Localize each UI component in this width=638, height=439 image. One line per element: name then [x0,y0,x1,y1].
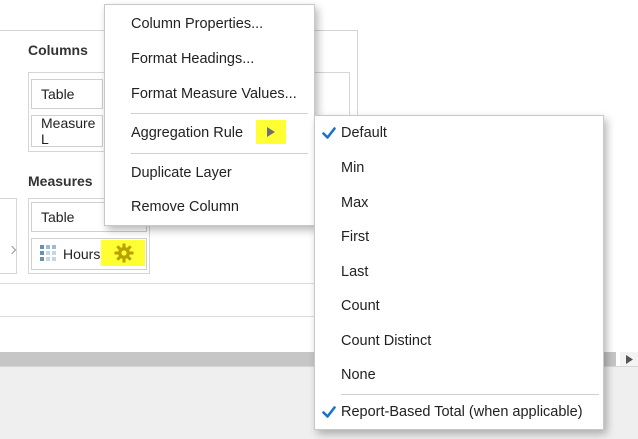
aggregation-submenu: Default Min Max First Last Count Count D… [314,115,604,430]
submenu-item-none[interactable]: None [315,363,603,387]
gear-icon[interactable] [114,243,134,263]
hours-measure-icon [40,245,56,261]
submenu-separator [341,394,599,395]
submenu-item-min[interactable]: Min [315,156,603,180]
menu-item-aggregation-rule[interactable]: Aggregation Rule [105,121,314,145]
scroll-right-button[interactable] [620,352,638,366]
measures-section-title: Measures [28,173,93,189]
rows-drop-area-partial [0,198,17,274]
divider [0,283,358,284]
menu-item-format-headings[interactable]: Format Headings... [105,47,314,71]
submenu-item-count-distinct[interactable]: Count Distinct [315,329,603,353]
submenu-item-count[interactable]: Count [315,294,603,318]
check-icon [322,406,336,418]
columns-measure-cell[interactable]: Measure L [31,115,103,147]
columns-table-cell[interactable]: Table [31,79,103,109]
menu-item-remove-column[interactable]: Remove Column [105,195,314,219]
submenu-item-report-based-total[interactable]: Report-Based Total (when applicable) [315,400,603,424]
submenu-item-last[interactable]: Last [315,260,603,284]
submenu-arrow-icon [267,127,275,137]
columns-section-title: Columns [28,42,88,58]
menu-item-column-properties[interactable]: Column Properties... [105,12,314,36]
scroll-right-icon [625,354,633,364]
submenu-item-default[interactable]: Default [315,121,603,145]
menu-separator [131,113,308,114]
menu-separator [131,153,308,154]
check-icon [322,127,336,139]
context-menu: Column Properties... Format Headings... … [104,4,315,226]
divider [0,316,358,317]
submenu-item-first[interactable]: First [315,225,603,249]
menu-item-duplicate-layer[interactable]: Duplicate Layer [105,161,314,185]
submenu-item-max[interactable]: Max [315,191,603,215]
menu-item-format-measure-values[interactable]: Format Measure Values... [105,82,314,106]
